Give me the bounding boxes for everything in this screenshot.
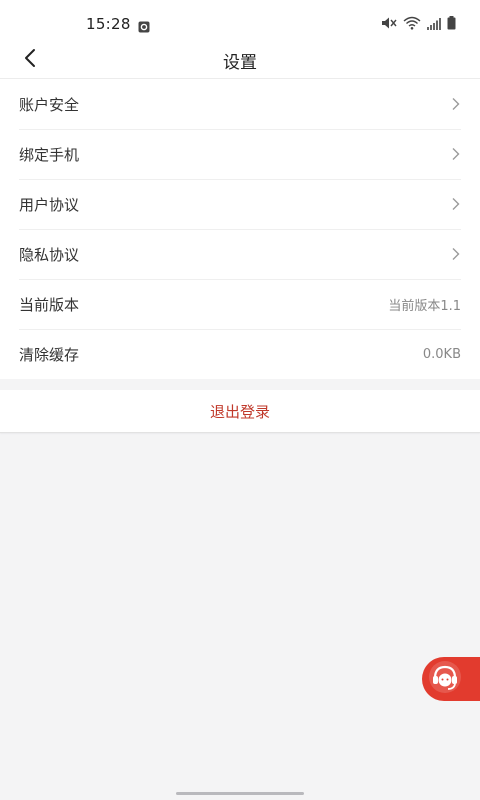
section-divider bbox=[0, 380, 480, 390]
signal-icon bbox=[427, 15, 441, 34]
battery-icon bbox=[447, 15, 456, 34]
chevron-right-icon bbox=[451, 97, 461, 111]
settings-item-user-agreement[interactable]: 用户协议 bbox=[0, 179, 480, 229]
customer-service-icon bbox=[428, 660, 462, 698]
logout-button[interactable]: 退出登录 bbox=[0, 390, 480, 433]
wifi-icon bbox=[403, 15, 421, 34]
settings-item-label: 当前版本 bbox=[19, 295, 80, 314]
status-time: 15:28 bbox=[86, 15, 131, 33]
settings-item-label: 绑定手机 bbox=[19, 145, 80, 164]
settings-item-current-version: 当前版本 当前版本1.1 bbox=[0, 279, 480, 329]
customer-service-button[interactable] bbox=[422, 657, 480, 701]
notification-icon bbox=[138, 18, 150, 33]
settings-item-clear-cache[interactable]: 清除缓存 0.0KB bbox=[0, 329, 480, 379]
settings-item-privacy-policy[interactable]: 隐私协议 bbox=[0, 229, 480, 279]
home-indicator bbox=[176, 792, 304, 795]
settings-list: 账户安全 绑定手机 用户协议 隐私协议 当前版本 当前版本1.1 清除缓存 0.… bbox=[0, 79, 480, 379]
cache-size-value: 0.0KB bbox=[422, 346, 461, 362]
status-bar: 15:28 bbox=[0, 0, 480, 46]
page-title: 设置 bbox=[223, 53, 257, 73]
settings-item-label: 隐私协议 bbox=[19, 245, 80, 264]
mute-icon bbox=[381, 15, 397, 34]
settings-item-bind-phone[interactable]: 绑定手机 bbox=[0, 129, 480, 179]
chevron-right-icon bbox=[451, 147, 461, 161]
chevron-right-icon bbox=[451, 197, 461, 211]
settings-item-label: 清除缓存 bbox=[19, 345, 80, 364]
status-icons bbox=[381, 15, 456, 34]
nav-bar: 设置 bbox=[0, 46, 480, 79]
settings-item-account-security[interactable]: 账户安全 bbox=[0, 79, 480, 129]
settings-item-label: 用户协议 bbox=[19, 195, 80, 214]
chevron-right-icon bbox=[451, 247, 461, 261]
settings-item-label: 账户安全 bbox=[19, 95, 80, 114]
version-value: 当前版本1.1 bbox=[388, 298, 461, 314]
